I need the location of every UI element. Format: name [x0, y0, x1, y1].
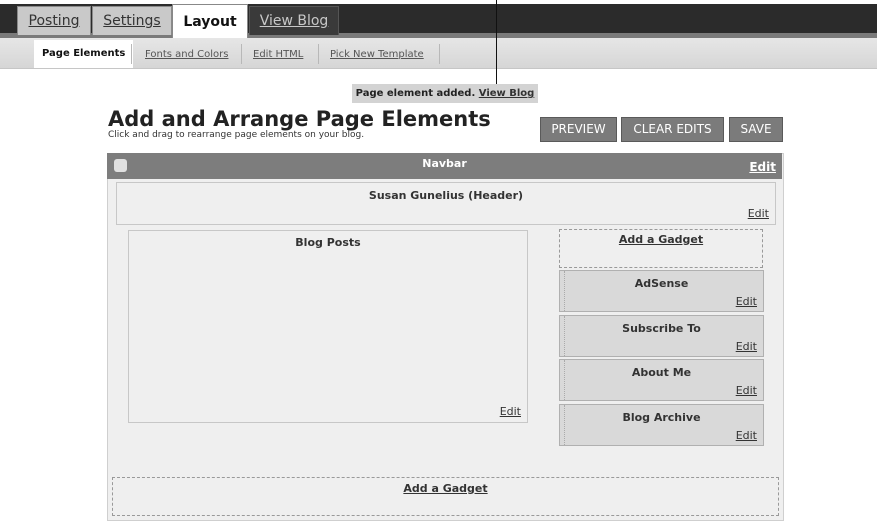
- callout-pointer-line: [496, 0, 497, 86]
- tab-view-blog-label: View Blog: [259, 13, 329, 29]
- tab-posting[interactable]: Posting: [17, 6, 91, 35]
- tab-settings-label: Settings: [103, 13, 161, 29]
- footer-add-gadget-area[interactable]: Add a Gadget: [112, 477, 779, 516]
- gadget-edit-link[interactable]: Edit: [736, 384, 757, 397]
- subtab-pick-template-label: Pick New Template: [330, 49, 424, 60]
- sidebar-add-gadget-area[interactable]: Add a Gadget: [559, 229, 763, 268]
- tab-layout[interactable]: Layout: [172, 4, 248, 39]
- blog-posts-element[interactable]: Blog Posts Edit: [128, 230, 528, 423]
- blog-posts-edit-link[interactable]: Edit: [500, 405, 521, 418]
- subtab-fonts-colors-label: Fonts and Colors: [145, 49, 229, 60]
- gadget-subscribe-to[interactable]: Subscribe To Edit: [559, 315, 764, 357]
- blog-posts-label: Blog Posts: [295, 236, 361, 249]
- subtab-edit-html-label: Edit HTML: [253, 49, 304, 60]
- notification-view-blog-link[interactable]: View Blog: [479, 88, 535, 99]
- header-edit-link[interactable]: Edit: [748, 207, 769, 220]
- tab-view-blog[interactable]: View Blog: [249, 6, 339, 35]
- tab-posting-label: Posting: [28, 13, 80, 29]
- gadget-edit-link[interactable]: Edit: [736, 340, 757, 353]
- navbar-label: Navbar: [422, 157, 467, 170]
- preview-button[interactable]: PREVIEW: [540, 117, 617, 142]
- subtab-divider: [439, 44, 440, 64]
- subtab-page-elements[interactable]: Page Elements: [34, 40, 134, 68]
- subtab-divider: [318, 44, 319, 64]
- gadget-label: Subscribe To: [622, 322, 701, 335]
- gadget-about-me[interactable]: About Me Edit: [559, 359, 764, 401]
- gadget-edit-link[interactable]: Edit: [736, 429, 757, 442]
- gadget-label: AdSense: [634, 277, 689, 290]
- page-title: Add and Arrange Page Elements: [108, 107, 491, 131]
- tab-settings[interactable]: Settings: [92, 6, 172, 35]
- gadget-label: About Me: [631, 366, 692, 379]
- header-element[interactable]: Susan Gunelius (Header) Edit: [116, 182, 776, 225]
- gadget-label: Blog Archive: [622, 411, 701, 424]
- navbar-element[interactable]: Navbar Edit: [107, 153, 782, 179]
- page-subtitle: Click and drag to rearrange page element…: [108, 130, 365, 140]
- subtab-edit-html[interactable]: Edit HTML: [253, 44, 303, 66]
- tab-layout-label: Layout: [183, 14, 237, 30]
- gadget-blog-archive[interactable]: Blog Archive Edit: [559, 404, 764, 446]
- blogger-logo-icon: [114, 159, 127, 172]
- notification-banner: Page element added. View Blog: [352, 84, 538, 103]
- subtab-divider: [241, 44, 242, 64]
- subtab-fonts-colors[interactable]: Fonts and Colors: [145, 44, 228, 66]
- header-label: Susan Gunelius (Header): [368, 189, 524, 202]
- subtab-pick-template[interactable]: Pick New Template: [330, 44, 424, 66]
- save-button[interactable]: SAVE: [729, 117, 783, 142]
- gadget-edit-link[interactable]: Edit: [736, 295, 757, 308]
- subtab-divider: [131, 44, 132, 64]
- clear-edits-button[interactable]: CLEAR EDITS: [621, 117, 724, 142]
- footer-add-gadget-link[interactable]: Add a Gadget: [113, 482, 778, 495]
- navbar-edit-link[interactable]: Edit: [749, 156, 776, 178]
- sidebar-add-gadget-link[interactable]: Add a Gadget: [560, 233, 762, 246]
- notification-text: Page element added.: [355, 88, 476, 99]
- gadget-adsense[interactable]: AdSense Edit: [559, 270, 764, 312]
